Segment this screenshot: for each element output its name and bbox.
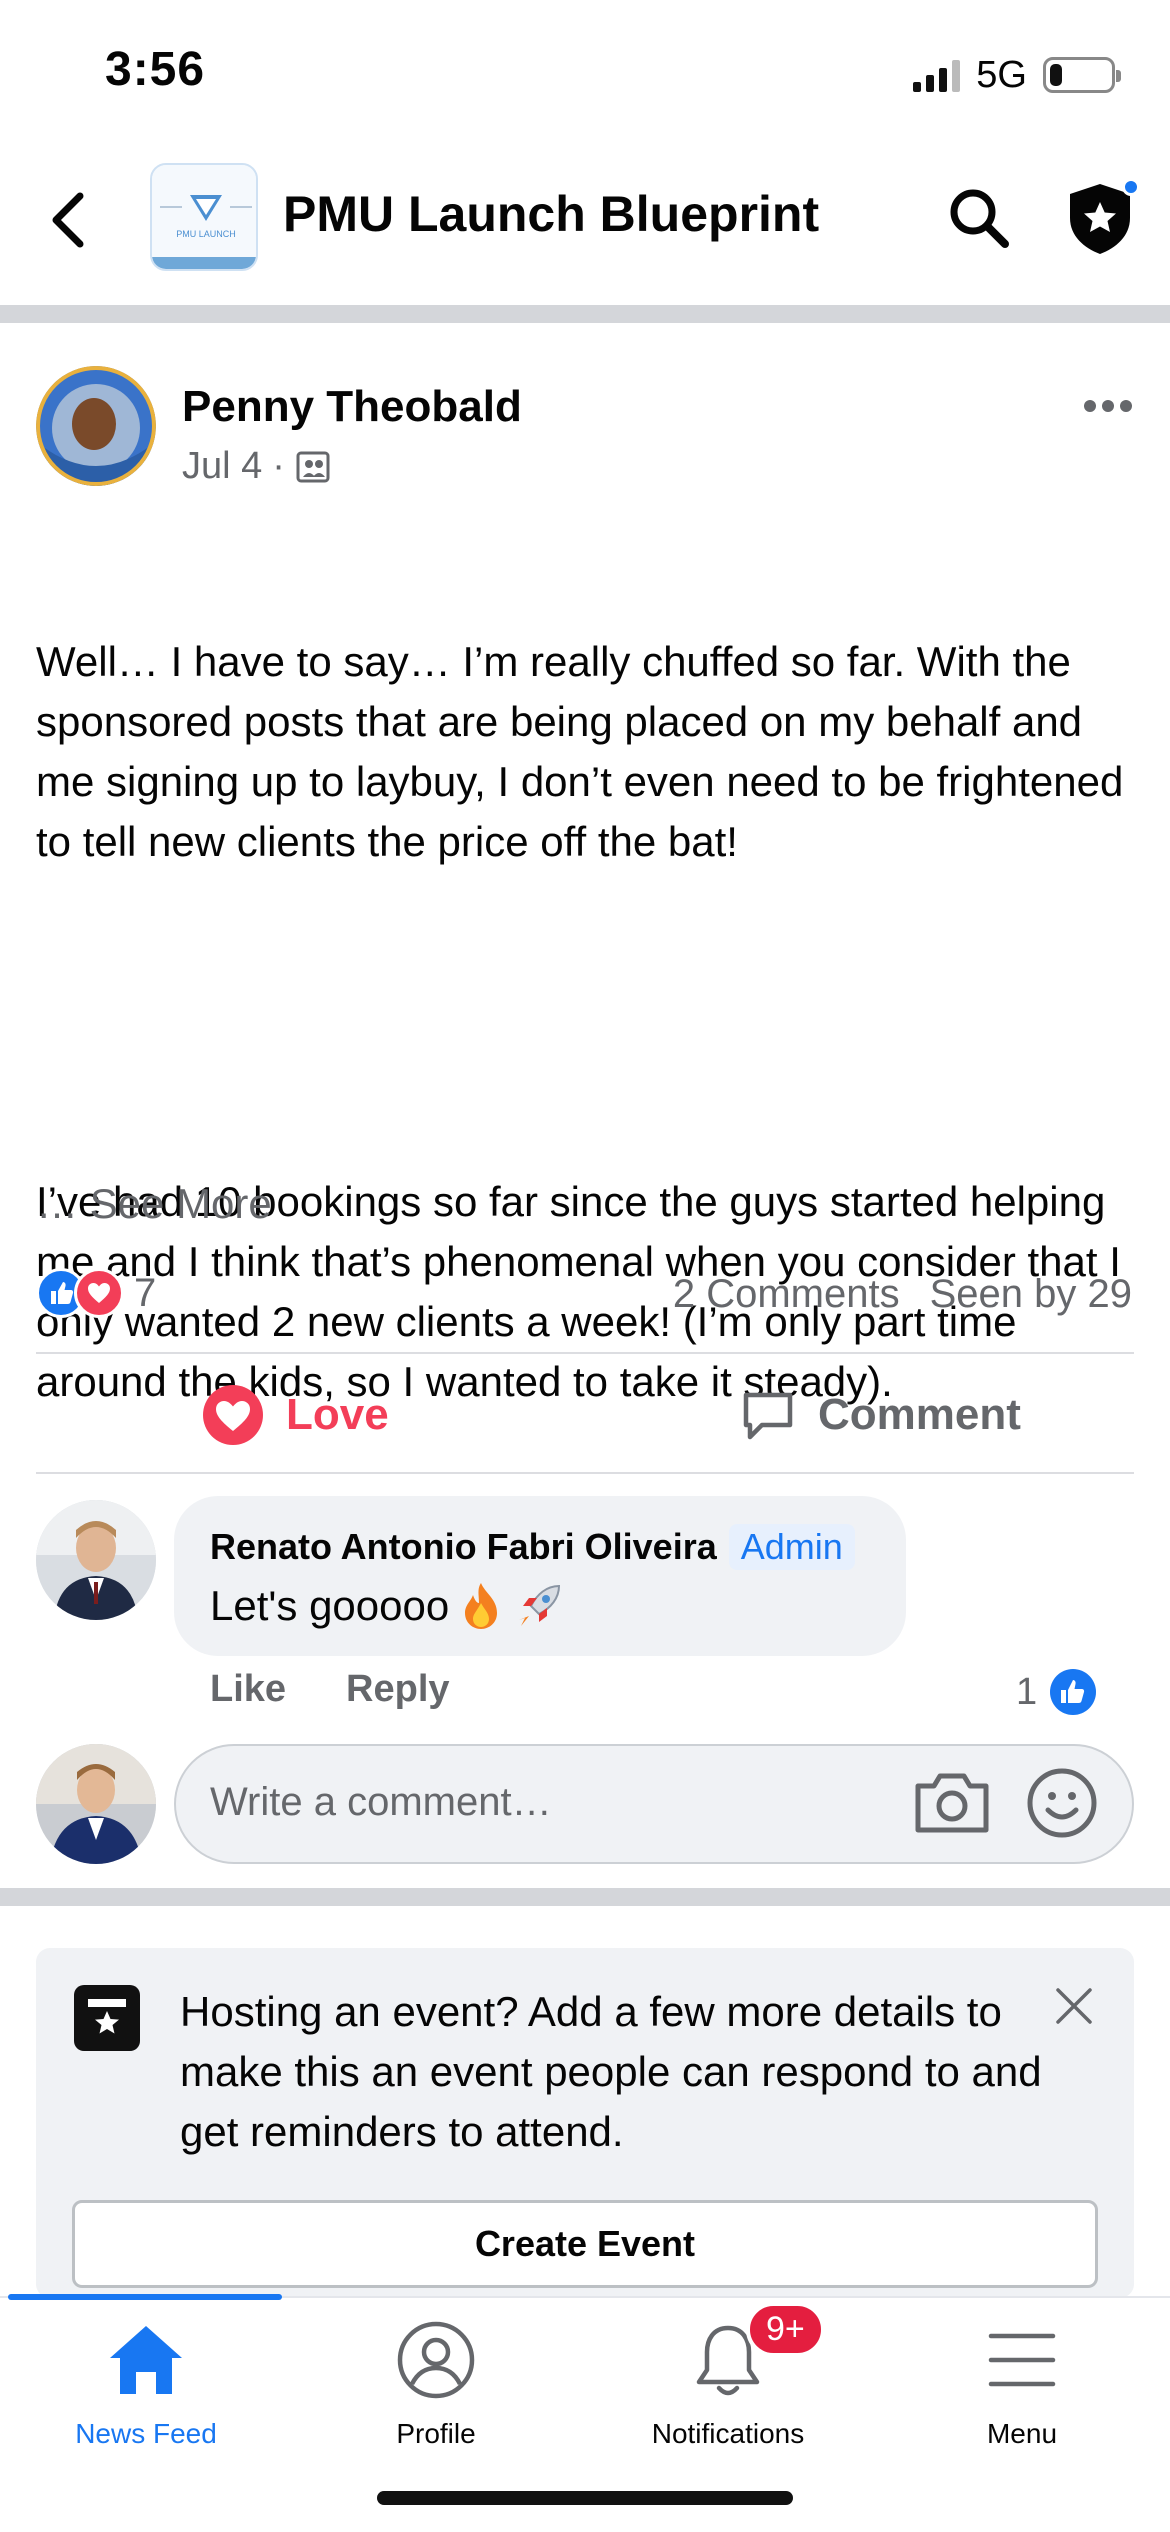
comment-button[interactable]: Comment [740, 1382, 1021, 1448]
my-avatar[interactable] [36, 1744, 156, 1864]
divider [36, 1472, 1134, 1474]
post-date[interactable]: Jul 4 [182, 445, 262, 488]
notification-badge: 9+ [746, 2302, 825, 2357]
tab-notifications[interactable]: 9+ Notifications [582, 2302, 874, 2450]
comment-reactions[interactable]: 1 [1016, 1668, 1097, 1716]
post-options-button[interactable] [1082, 375, 1134, 425]
search-icon [950, 189, 1009, 248]
menu-icon [980, 2318, 1064, 2402]
see-more-link[interactable]: … See More [36, 1174, 272, 1234]
commenter-avatar-image [36, 1500, 156, 1620]
reaction-count: 7 [134, 1270, 157, 1315]
comment-icon [743, 1392, 793, 1440]
more-dots-icon [1084, 400, 1132, 412]
battery-icon [1043, 57, 1121, 93]
section-divider [0, 1888, 1170, 1906]
tab-menu[interactable]: Menu [876, 2318, 1168, 2450]
post-meta: Jul 4 · [182, 445, 331, 488]
tab-label: News Feed [75, 2418, 217, 2449]
dismiss-event-button[interactable] [1050, 1982, 1098, 2030]
comment-like-count: 1 [1016, 1670, 1038, 1713]
calendar-star-icon [74, 1985, 140, 2051]
author-avatar-image [36, 366, 156, 486]
love-label: Love [286, 1390, 389, 1439]
group-logo-text: PMU LAUNCH [176, 229, 236, 239]
love-button[interactable]: Love [202, 1382, 389, 1448]
author-avatar[interactable] [36, 366, 156, 486]
comment-author-row: Renato Antonio Fabri Oliveira Admin [210, 1524, 855, 1570]
event-suggestion-text: Hosting an event? Add a few more details… [180, 1988, 1042, 2155]
status-indicators: 5G [913, 50, 1121, 100]
admin-tools-button[interactable] [1060, 178, 1140, 258]
comment-reply-button[interactable]: Reply [346, 1668, 449, 1711]
back-button[interactable] [40, 180, 100, 260]
rocket-emoji-icon [519, 1584, 561, 1626]
comment-like-button[interactable]: Like [210, 1668, 286, 1711]
tab-profile[interactable]: Profile [290, 2318, 582, 2450]
fire-emoji-icon [465, 1583, 498, 1629]
post-stats: 2 Comments Seen by 29 [673, 1272, 1132, 1317]
emoji-button[interactable] [1025, 1766, 1099, 1840]
home-icon [104, 2318, 188, 2402]
close-icon [1056, 1988, 1092, 2024]
smiley-icon [1027, 1768, 1097, 1838]
my-avatar-image [36, 1744, 156, 1864]
divider [36, 1352, 1134, 1354]
love-reaction-icon [74, 1268, 124, 1318]
post-paragraph-1: Well… I have to say… I’m really chuffed … [36, 638, 1135, 865]
bell-icon: 9+ [686, 2302, 825, 2402]
tab-news-feed[interactable]: News Feed [0, 2318, 292, 2450]
comment-label: Comment [818, 1390, 1021, 1439]
comment-author[interactable]: Renato Antonio Fabri Oliveira [210, 1526, 717, 1568]
seen-by-count[interactable]: Seen by 29 [930, 1272, 1132, 1317]
tab-label: Profile [396, 2418, 476, 2449]
love-icon [203, 1385, 263, 1445]
admin-badge: Admin [728, 1524, 855, 1570]
comment-bubble[interactable] [174, 1496, 906, 1656]
reactions-summary[interactable]: 7 [36, 1268, 156, 1318]
home-indicator [377, 2491, 793, 2505]
comment-text: Let's gooooo [210, 1582, 450, 1629]
group-audience-icon [296, 451, 330, 482]
tab-label: Notifications [651, 2418, 805, 2449]
notification-dot [1122, 178, 1140, 196]
profile-icon [394, 2318, 478, 2402]
ellipsis: … [36, 1180, 90, 1227]
see-more-label: See More [89, 1180, 272, 1227]
comment-placeholder: Write a comment… [210, 1780, 552, 1824]
group-logo-icon [152, 165, 256, 269]
comment-actions: Like Reply [210, 1668, 450, 1711]
create-event-button[interactable]: Create Event [72, 2200, 1098, 2288]
section-divider [0, 305, 1170, 323]
post-author[interactable]: Penny Theobald [182, 382, 522, 432]
meta-separator: · [272, 445, 285, 487]
comment-body: Let's gooooo [210, 1580, 565, 1632]
comments-count[interactable]: 2 Comments [673, 1272, 900, 1317]
signal-icon [913, 58, 961, 92]
search-button[interactable] [943, 182, 1015, 254]
back-icon [52, 192, 84, 248]
battery-level [1050, 64, 1062, 86]
status-time: 3:56 [105, 43, 206, 96]
like-reaction-icon [1050, 1669, 1097, 1715]
tab-label: Menu [986, 2418, 1058, 2449]
camera-button[interactable] [912, 1768, 992, 1838]
group-avatar[interactable]: PMU LAUNCH [150, 163, 258, 271]
group-title[interactable]: PMU Launch Blueprint [283, 185, 819, 243]
post-body: Well… I have to say… I’m really chuffed … [36, 512, 1146, 1472]
commenter-avatar[interactable] [36, 1500, 156, 1620]
network-type: 5G [976, 53, 1027, 96]
active-tab-indicator [8, 2294, 282, 2300]
camera-icon [915, 1773, 989, 1833]
